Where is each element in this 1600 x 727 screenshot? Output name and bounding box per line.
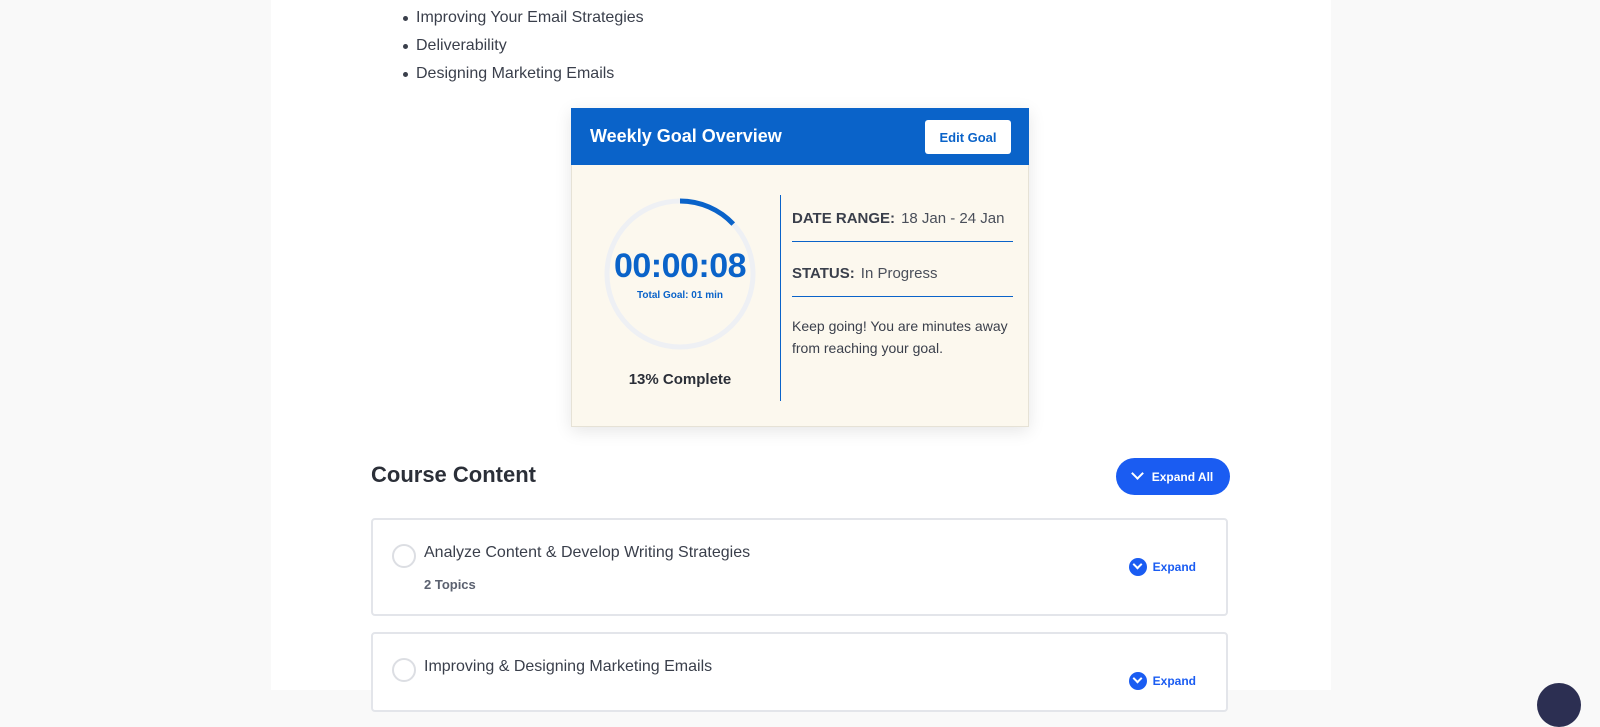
lesson-topics-count: 2 Topics [424,577,476,592]
goal-card-title: Weekly Goal Overview [590,126,782,146]
goal-divider [780,195,781,401]
lesson-expand-button[interactable]: Expand [1128,558,1196,576]
expand-all-button[interactable]: Expand All [1116,458,1230,495]
date-range-label: DATE RANGE: [792,210,896,227]
lesson-card[interactable]: Improving & Designing Marketing Emails E… [371,632,1228,712]
lesson-status-circle-icon [392,658,416,682]
percent-complete: 13% Complete [628,371,732,388]
info-divider [792,296,1013,297]
lesson-title[interactable]: Analyze Content & Develop Writing Strate… [424,544,750,562]
goal-timer: 00:00:08 [613,247,747,285]
date-range-row: DATE RANGE: 18 Jan - 24 Jan [792,205,1013,233]
status-label: STATUS: [792,265,855,282]
list-item: Deliverability [403,32,644,60]
expand-all-label: Expand All [1151,469,1214,484]
topics-list: Improving Your Email Strategies Delivera… [403,4,644,88]
chevron-down-circle-icon [1128,558,1147,576]
lesson-status-circle-icon [392,544,416,568]
info-divider [792,241,1013,242]
chevron-down-circle-icon [1128,672,1147,690]
lesson-expand-label: Expand [1152,674,1196,688]
edit-goal-button[interactable]: Edit Goal [925,120,1011,154]
total-goal-label: Total Goal: 01 min [637,290,723,301]
lesson-title[interactable]: Improving & Designing Marketing Emails [424,658,712,676]
lesson-expand-label: Expand [1152,560,1196,574]
lesson-card[interactable]: Analyze Content & Develop Writing Strate… [371,518,1228,616]
lesson-expand-button[interactable]: Expand [1128,672,1196,690]
list-item: Designing Marketing Emails [403,60,644,88]
encouragement-message: Keep going! You are minutes away from re… [792,318,1008,356]
date-range-value: 18 Jan - 24 Jan [901,210,1005,227]
goal-info: DATE RANGE: 18 Jan - 24 Jan STATUS: In Pro… [792,205,1013,359]
chevron-down-icon [1130,466,1144,480]
course-content-title: Course Content [371,462,536,487]
weekly-goal-card: Weekly Goal Overview Edit Goal 00:00:08 … [571,108,1029,427]
goal-card-header: Weekly Goal Overview Edit Goal [571,108,1029,165]
page-content: Improving Your Email Strategies Delivera… [271,0,1331,712]
status-row: STATUS: In Progress [792,260,1013,288]
list-item: Improving Your Email Strategies [403,4,644,32]
status-value: In Progress [860,265,938,282]
